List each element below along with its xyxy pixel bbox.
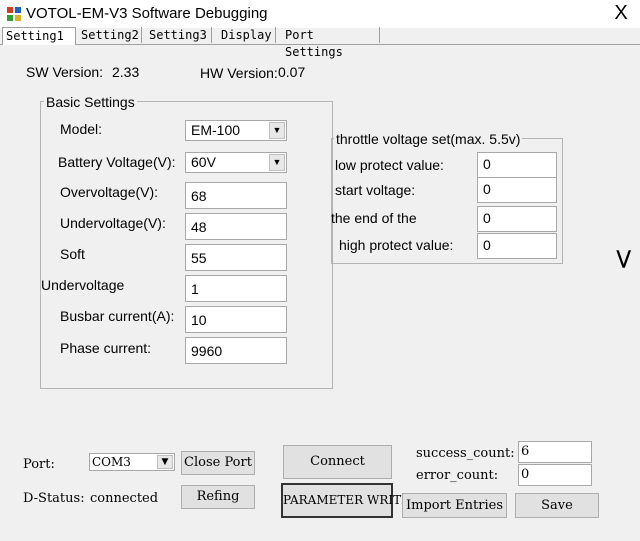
model-select[interactable]: EM-100 ▼ bbox=[185, 120, 287, 141]
tab-strip: Setting1 Setting2 Setting3 Display Port … bbox=[0, 27, 640, 59]
battery-voltage-value: 60V bbox=[191, 154, 216, 170]
import-entries-button[interactable]: Import Entries bbox=[402, 493, 507, 518]
dstatus-label: D-Status: bbox=[23, 491, 85, 506]
model-label: Model: bbox=[60, 121, 103, 137]
app-icon bbox=[6, 6, 22, 22]
chevron-down-icon[interactable]: ▼ bbox=[157, 455, 173, 469]
sw-version-value: 2.33 bbox=[112, 64, 140, 80]
error-count-label: error_count: bbox=[416, 468, 499, 483]
battery-voltage-select[interactable]: 60V ▼ bbox=[185, 152, 287, 173]
battery-voltage-label: Battery Voltage(V): bbox=[58, 154, 176, 170]
sw-version-label: SW Version: bbox=[26, 64, 104, 80]
chevron-down-icon[interactable]: ▼ bbox=[269, 122, 285, 139]
window-title: VOTOL-EM-V3 Software Debugging bbox=[26, 5, 268, 22]
end-field[interactable]: 0 bbox=[477, 206, 557, 232]
low-protect-label: low protect value: bbox=[335, 157, 444, 173]
save-button[interactable]: Save bbox=[515, 493, 599, 518]
chevron-right-icon[interactable]: > bbox=[608, 245, 640, 273]
busbar-current-label: Busbar current(A): bbox=[60, 308, 175, 324]
soft-undervoltage-field[interactable]: 1 bbox=[185, 275, 287, 302]
phase-current-field[interactable]: 9960 bbox=[185, 337, 287, 364]
port-select-value: COM3 bbox=[92, 455, 131, 469]
basic-settings-title: Basic Settings bbox=[44, 94, 137, 110]
soft-undervoltage-label: Undervoltage bbox=[41, 277, 125, 293]
busbar-current-field[interactable]: 10 bbox=[185, 306, 287, 333]
close-port-button[interactable]: Close Port bbox=[181, 451, 255, 475]
high-protect-field[interactable]: 0 bbox=[477, 233, 557, 259]
soft-label: Soft bbox=[60, 246, 85, 262]
chevron-down-icon[interactable]: ▼ bbox=[269, 154, 285, 171]
start-voltage-field[interactable]: 0 bbox=[477, 177, 557, 203]
phase-current-label: Phase current: bbox=[60, 340, 152, 356]
model-select-value: EM-100 bbox=[191, 122, 241, 138]
port-label: Port: bbox=[23, 457, 55, 472]
success-count-label: success_count: bbox=[416, 446, 515, 461]
connect-button[interactable]: Connect bbox=[283, 445, 392, 479]
end-label: the end of the bbox=[331, 210, 417, 226]
low-protect-field[interactable]: 0 bbox=[477, 152, 557, 178]
close-icon[interactable]: X bbox=[606, 2, 636, 24]
tab-port-settings[interactable]: Port Settings bbox=[282, 27, 380, 59]
overvoltage-label: Overvoltage(V): bbox=[60, 184, 159, 200]
undervoltage-label: Undervoltage(V): bbox=[60, 215, 166, 231]
error-count-field[interactable]: 0 bbox=[518, 464, 592, 486]
dstatus-value: connected bbox=[90, 491, 159, 506]
high-protect-label: high protect value: bbox=[339, 237, 454, 253]
start-voltage-label: start voltage: bbox=[335, 182, 416, 198]
tab-setting1[interactable]: Setting1 bbox=[2, 27, 76, 45]
undervoltage-field[interactable]: 48 bbox=[185, 213, 287, 240]
tab-setting2[interactable]: Setting2 bbox=[78, 27, 142, 43]
overvoltage-field[interactable]: 68 bbox=[185, 182, 287, 209]
throttle-title: throttle voltage set(max. 5.5v) bbox=[334, 131, 523, 147]
port-select[interactable]: COM3 ▼ bbox=[89, 453, 175, 471]
tab-display[interactable]: Display bbox=[218, 27, 276, 43]
hw-version-label: HW Version: bbox=[200, 65, 278, 81]
tab-setting3[interactable]: Setting3 bbox=[146, 27, 212, 43]
parameter-write-button[interactable]: PARAMETER WRITE bbox=[281, 483, 410, 518]
soft-field[interactable]: 55 bbox=[185, 244, 287, 271]
success-count-field[interactable]: 6 bbox=[518, 441, 592, 463]
hw-version-value: 0.07 bbox=[278, 64, 306, 80]
refing-button[interactable]: Refing bbox=[181, 485, 255, 509]
